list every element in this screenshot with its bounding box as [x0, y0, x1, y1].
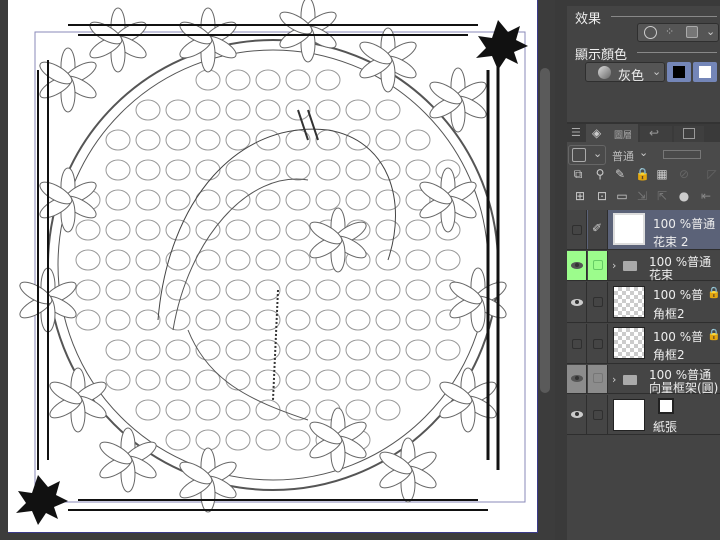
ruler-icon[interactable]: ◸: [705, 167, 719, 181]
lock-toggle[interactable]: [593, 339, 603, 349]
reference-icon[interactable]: ⚲: [593, 167, 607, 181]
line-art-illustration: [16, 0, 528, 525]
corner-ornament-bottom: [16, 475, 68, 525]
layer-name: 紙張: [653, 420, 678, 434]
tab-layers[interactable]: ◈ 圖層: [586, 124, 638, 144]
corner-ornament-top: [476, 20, 528, 70]
apply-mask-icon[interactable]: ⇤: [699, 189, 713, 203]
layer-row[interactable]: › 100 %普通 花束: [567, 251, 720, 282]
lock-toggle[interactable]: [593, 260, 603, 270]
layer-thumbnail: [613, 327, 645, 359]
layer-row[interactable]: › 100 %普通 向量框架(圓): [567, 365, 720, 395]
layer-color-button[interactable]: ⌄: [568, 145, 606, 165]
lock-toggle[interactable]: [593, 297, 603, 307]
lock-icon: 🔒: [707, 328, 720, 341]
blend-mode-select[interactable]: 普通 ⌄: [609, 145, 651, 165]
layer-row[interactable]: 100 %普 🔒 角框2: [567, 324, 720, 364]
panel-tab-bar: ☰ ◈ 圖層 ↩: [567, 122, 720, 144]
circle-effect-icon[interactable]: [644, 26, 657, 39]
halftone-effect-icon[interactable]: ⁘: [665, 25, 674, 38]
menu-icon[interactable]: ☰: [571, 126, 581, 139]
display-color-select[interactable]: 灰色 ⌄: [585, 62, 665, 84]
lock-transparency-icon[interactable]: ▦: [655, 167, 669, 181]
undo-icon: ↩: [649, 126, 660, 140]
clip-icon[interactable]: ⧉: [571, 167, 585, 181]
layer-row[interactable]: 紙張: [567, 395, 720, 435]
draft-icon[interactable]: ✎: [613, 167, 627, 181]
new-vector-layer-icon[interactable]: ⊡: [595, 189, 609, 203]
opacity-slider[interactable]: [663, 150, 701, 159]
pencil-icon: ✐: [592, 221, 603, 235]
layer-row[interactable]: ✐ 100 %普通 花束 2: [567, 210, 720, 250]
merge-down-icon[interactable]: ⇱: [655, 189, 669, 203]
layers-icon: ◈: [592, 126, 602, 140]
lock-icon: 🔒: [707, 286, 720, 299]
layer-name: 角框2: [653, 348, 685, 362]
layer-name: 向量框架(圓): [649, 381, 719, 395]
display-color-value: 灰色: [618, 69, 645, 84]
vertical-scrollbar[interactable]: [540, 68, 550, 393]
mask-add-icon[interactable]: ●: [677, 189, 691, 203]
tab-label: 圖層: [614, 131, 633, 141]
clapper-icon: [683, 128, 695, 139]
eye-icon[interactable]: [571, 411, 583, 418]
visibility-toggle[interactable]: [572, 339, 582, 349]
chevron-down-icon: ⌄: [652, 65, 662, 78]
main-color-swatch[interactable]: [667, 62, 691, 82]
expand-chevron-icon[interactable]: ›: [612, 373, 616, 386]
layer-info: 100 %普: [653, 330, 704, 344]
layer-info: 100 %普: [653, 288, 704, 302]
lock-toggle[interactable]: [593, 373, 603, 383]
sub-color-swatch[interactable]: [693, 62, 717, 82]
eye-icon[interactable]: [571, 375, 583, 382]
canvas-area[interactable]: [0, 0, 555, 540]
effect-buttons[interactable]: ⁘ ⌄: [637, 23, 719, 42]
eye-icon[interactable]: [571, 299, 583, 306]
layer-name: 花束 2: [653, 235, 689, 249]
transfer-down-icon[interactable]: ⇲: [635, 189, 649, 203]
chevron-down-icon[interactable]: ⌄: [706, 25, 715, 38]
layer-thumbnail: [613, 399, 645, 431]
folder-icon: [623, 375, 637, 385]
eye-icon[interactable]: [571, 262, 583, 269]
effect-label: 效果: [575, 12, 602, 27]
right-panel: 效果 ⁘ ⌄ 顯示顏色 灰色 ⌄ ☰ ◈ 圖層 ↩ ⌄ 普通 ⌄ ⧉ ⚲ ✎ 🔒…: [567, 0, 720, 540]
visibility-toggle[interactable]: [572, 225, 582, 235]
layer-name: 角框2: [653, 307, 685, 321]
layer-toolbar: ⌄ 普通 ⌄ ⧉ ⚲ ✎ 🔒 ▦ ⊘ ◸ ⊞ ⊡ ▭ ⇲ ⇱ ● ⇤: [567, 142, 720, 210]
layer-color-effect-icon[interactable]: [686, 26, 698, 38]
layer-row[interactable]: 100 %普 🔒 角框2: [567, 282, 720, 323]
lock-icon[interactable]: 🔒: [635, 167, 650, 181]
new-raster-layer-icon[interactable]: ⊞: [573, 189, 587, 203]
layer-name: 花束: [649, 268, 674, 282]
folder-icon: [623, 261, 637, 271]
lock-toggle[interactable]: [593, 410, 603, 420]
layer-info: 100 %普通: [653, 217, 716, 231]
gray-gradient-icon: [598, 66, 611, 79]
expand-chevron-icon[interactable]: ›: [612, 259, 616, 272]
new-folder-icon[interactable]: ▭: [615, 189, 629, 203]
layer-thumbnail: [613, 213, 645, 245]
display-color-label: 顯示顏色: [575, 48, 628, 63]
canvas-artwork[interactable]: [8, 0, 538, 533]
mask-icon[interactable]: ⊘: [677, 167, 691, 181]
layer-thumbnail: [613, 286, 645, 318]
paper-icon: [658, 398, 674, 414]
